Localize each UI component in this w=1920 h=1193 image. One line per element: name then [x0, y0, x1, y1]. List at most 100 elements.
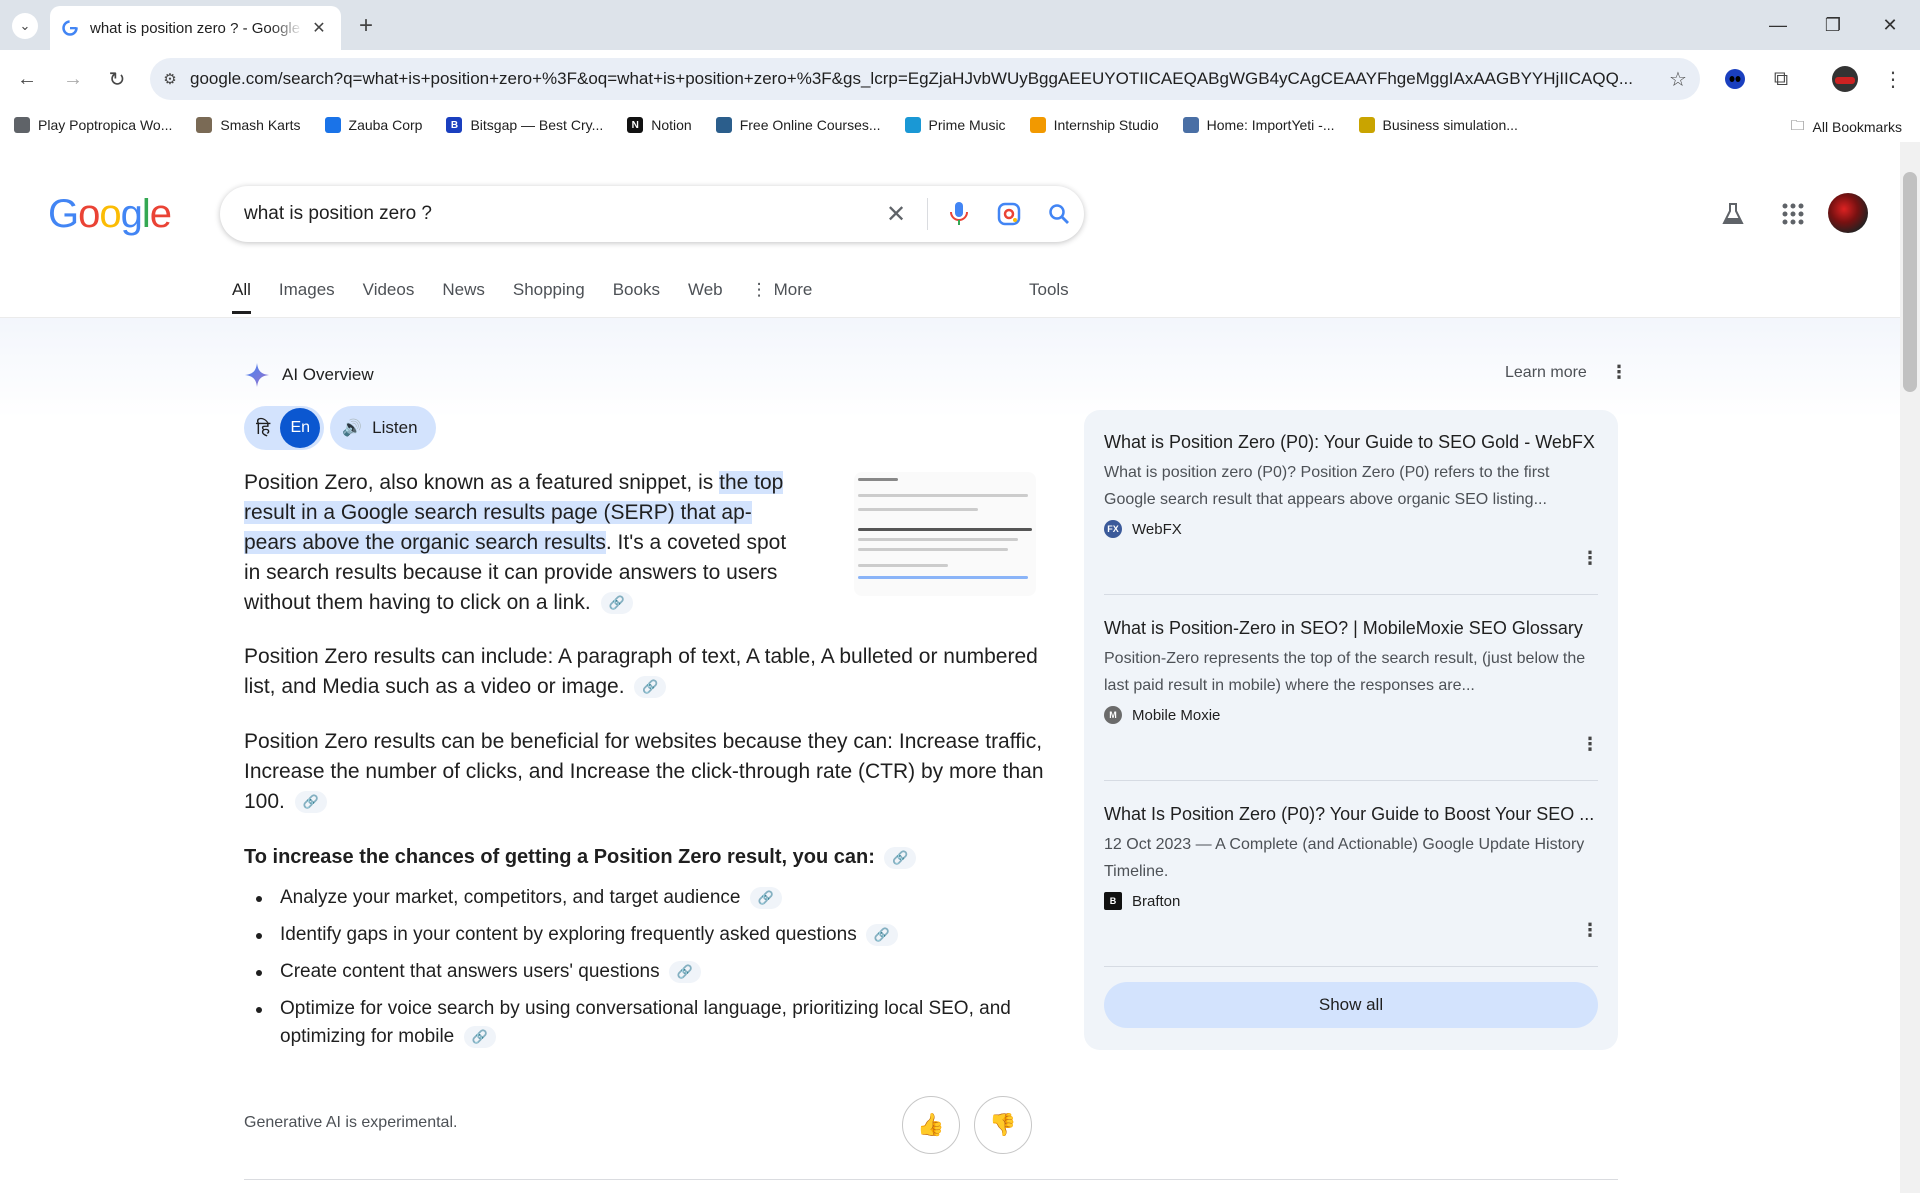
bookmark-favicon-icon: [196, 117, 213, 133]
reload-icon[interactable]: ↻: [102, 64, 132, 94]
source-menu-icon[interactable]: ⋮: [1581, 920, 1599, 941]
browser-menu-icon[interactable]: ⋮: [1878, 64, 1908, 94]
source-menu-icon[interactable]: ⋮: [1581, 734, 1599, 755]
bookmark-item[interactable]: Zauba Corp: [324, 117, 422, 133]
thumbs-down-icon[interactable]: 👎: [974, 1096, 1032, 1154]
source-divider: [1104, 780, 1598, 781]
minimize-icon[interactable]: —: [1758, 10, 1798, 40]
address-bar[interactable]: ⚙ google.com/search?q=what+is+position+z…: [150, 58, 1700, 100]
search-submit-icon[interactable]: [1034, 186, 1084, 242]
speaker-icon: 🔊: [342, 420, 363, 437]
page-scrollbar[interactable]: [1900, 142, 1920, 1193]
tab-strip: ⌄ what is position zero ? - Google Searc…: [0, 0, 1920, 50]
tab-more[interactable]: ⋮ More: [751, 280, 813, 314]
source-card[interactable]: What is Position-Zero in SEO? | MobileMo…: [1104, 616, 1598, 724]
url-text[interactable]: google.com/search?q=what+is+position+zer…: [190, 69, 1656, 89]
forward-icon[interactable]: →: [58, 64, 88, 94]
show-all-button[interactable]: Show all: [1104, 982, 1598, 1028]
mobilemoxie-favicon-icon: M: [1104, 706, 1122, 724]
source-title[interactable]: What is Position-Zero in SEO? | MobileMo…: [1104, 616, 1598, 641]
ai-paragraph-2: Position Zero results can include: A par…: [244, 645, 1038, 699]
source-link-icon[interactable]: 🔗: [463, 1025, 496, 1048]
section-divider: [244, 1179, 1618, 1180]
source-link-icon[interactable]: 🔗: [884, 846, 917, 869]
back-icon[interactable]: ←: [12, 64, 42, 94]
scrollbar-thumb[interactable]: [1903, 172, 1917, 392]
bookmark-item[interactable]: Business simulation...: [1358, 117, 1518, 133]
source-link-icon[interactable]: 🔗: [294, 791, 327, 814]
source-menu-icon[interactable]: ⋮: [1581, 548, 1599, 569]
tab-shopping[interactable]: Shopping: [513, 280, 585, 314]
voice-search-icon[interactable]: [934, 186, 984, 242]
source-card[interactable]: What Is Position Zero (P0)? Your Guide t…: [1104, 802, 1598, 910]
tab-images[interactable]: Images: [279, 280, 335, 314]
source-divider: [1104, 594, 1598, 595]
folder-icon: 🗀: [1790, 117, 1805, 133]
search-tabs: All Images Videos News Shopping Books We…: [232, 274, 840, 314]
bookmark-favicon-icon: [14, 117, 30, 133]
all-bookmarks-button[interactable]: 🗀 All Bookmarks: [1791, 115, 1902, 139]
list-item: Identify gaps in your content by explori…: [250, 921, 1050, 949]
search-input[interactable]: what is position zero ?: [244, 203, 871, 225]
lang-hindi-button[interactable]: हि: [256, 416, 270, 440]
ai-sparkle-icon: [245, 363, 269, 387]
ai-sources-panel: What is Position Zero (P0): Your Guide t…: [1084, 410, 1618, 1050]
thumbs-up-icon[interactable]: 👍: [902, 1096, 960, 1154]
bookmark-item[interactable]: N Notion: [627, 117, 692, 133]
active-tab[interactable]: what is position zero ? - Google Search …: [50, 6, 341, 50]
source-title[interactable]: What Is Position Zero (P0)? Your Guide t…: [1104, 802, 1598, 827]
google-logo[interactable]: Google: [48, 192, 172, 237]
restore-icon[interactable]: ❐: [1813, 10, 1853, 40]
bookmark-item[interactable]: Internship Studio: [1029, 117, 1159, 133]
list-item: Create content that answers users' quest…: [250, 958, 1050, 986]
source-card[interactable]: What is Position Zero (P0): Your Guide t…: [1104, 430, 1598, 538]
tab-books[interactable]: Books: [613, 280, 660, 314]
extension-alien-icon[interactable]: [1720, 64, 1750, 94]
learn-more-link[interactable]: Learn more: [1505, 364, 1587, 382]
bookmark-favicon-icon: [324, 117, 341, 133]
more-dots-icon: ⋮: [750, 280, 768, 299]
ai-overview-menu-icon[interactable]: ⋮: [1610, 362, 1628, 383]
list-item: Analyze your market, competitors, and ta…: [250, 884, 1050, 912]
search-box[interactable]: what is position zero ? ✕: [220, 186, 1084, 242]
source-link-icon[interactable]: 🔗: [634, 676, 667, 699]
google-favicon-icon: [62, 20, 78, 36]
source-site: M Mobile Moxie: [1104, 706, 1598, 724]
lens-search-icon[interactable]: [984, 186, 1034, 242]
bookmark-item[interactable]: B Bitsgap — Best Cry...: [446, 117, 603, 133]
lang-english-button[interactable]: En: [280, 408, 321, 448]
profile-avatar-icon[interactable]: [1830, 64, 1860, 94]
source-link-icon[interactable]: 🔗: [600, 592, 633, 615]
bookmark-item[interactable]: Play Poptropica Wo...: [14, 117, 172, 133]
listen-button[interactable]: 🔊 Listen: [330, 406, 436, 450]
bookmark-item[interactable]: Home: ImportYeti -...: [1182, 117, 1335, 133]
tab-news[interactable]: News: [442, 280, 485, 314]
tab-close-icon[interactable]: ✕: [309, 18, 329, 38]
source-link-icon[interactable]: 🔗: [668, 960, 701, 983]
labs-flask-icon[interactable]: [1715, 196, 1751, 232]
source-link-icon[interactable]: 🔗: [865, 923, 898, 946]
bookmark-item[interactable]: Free Online Courses...: [715, 117, 881, 133]
generative-ai-disclaimer: Generative AI is experimental.: [244, 1114, 458, 1131]
apps-grid-icon[interactable]: [1775, 196, 1811, 232]
close-window-icon[interactable]: ✕: [1870, 10, 1910, 40]
source-link-icon[interactable]: 🔗: [749, 886, 782, 909]
source-title[interactable]: What is Position Zero (P0): Your Guide t…: [1104, 430, 1598, 455]
tools-button[interactable]: Tools: [1029, 280, 1069, 300]
extensions-puzzle-icon[interactable]: ⧉: [1766, 64, 1796, 94]
account-avatar[interactable]: [1828, 193, 1868, 233]
tab-videos[interactable]: Videos: [363, 280, 415, 314]
tab-all[interactable]: All: [232, 280, 251, 314]
bookmark-item[interactable]: Prime Music: [904, 117, 1006, 133]
clear-search-icon[interactable]: ✕: [871, 186, 921, 242]
tab-web[interactable]: Web: [688, 280, 723, 314]
language-switch: हि En: [244, 406, 325, 450]
featured-snippet-thumbnail[interactable]: [854, 472, 1036, 596]
bookmark-item[interactable]: Smash Karts: [196, 117, 301, 133]
new-tab-button[interactable]: +: [352, 12, 380, 40]
site-info-icon[interactable]: ⚙: [150, 70, 190, 88]
bookmark-favicon-icon: [1358, 117, 1375, 133]
tab-search-dropdown[interactable]: ⌄: [12, 13, 38, 39]
ai-overview-header: AI Overview: [244, 362, 374, 388]
bookmark-star-icon[interactable]: ☆: [1656, 67, 1700, 92]
